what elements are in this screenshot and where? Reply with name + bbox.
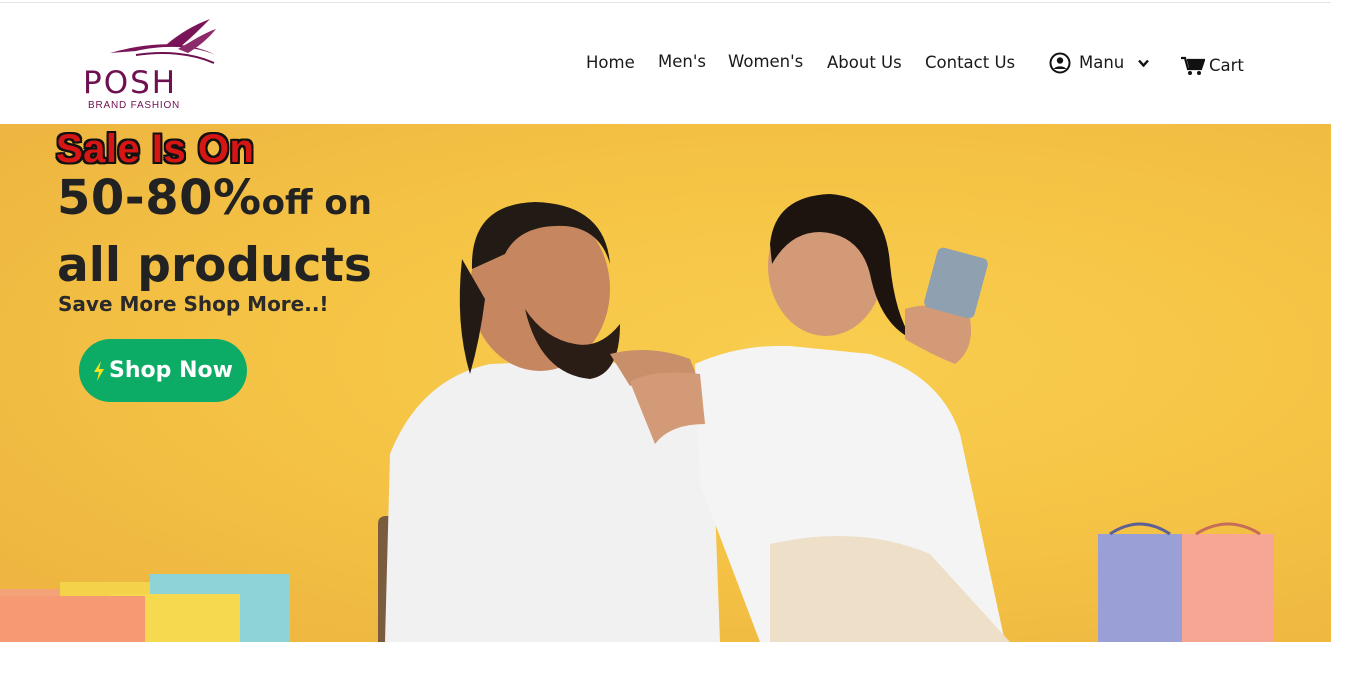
hero-tagline: Save More Shop More..! [58, 292, 329, 316]
hero-banner: Sale Is On 50-80%off on all products Sav… [0, 124, 1331, 642]
nav-about-us[interactable]: About Us [827, 52, 902, 74]
brand-name: POSH [83, 65, 178, 101]
nav-contact-us[interactable]: Contact Us [925, 52, 1015, 74]
nav-mens[interactable]: Men's [658, 51, 706, 73]
cart-label: Cart [1209, 56, 1244, 75]
chevron-down-icon [1138, 59, 1150, 67]
cart-link[interactable]: Cart [1181, 55, 1244, 77]
logo-swoosh-icon [110, 19, 216, 64]
brand-logo[interactable]: POSH BRAND FASHION [80, 15, 220, 111]
account-menu-dropdown[interactable]: Manu [1049, 52, 1150, 74]
shopping-bags-right [1098, 522, 1274, 642]
nav-womens[interactable]: Women's [728, 51, 803, 73]
user-circle-icon [1049, 52, 1071, 74]
discount-range: 50-80% [57, 170, 262, 226]
hero-headline: 50-80%off on [57, 170, 372, 226]
site-header: POSH BRAND FASHION Home Men's Women's Ab… [0, 3, 1331, 124]
nav-home[interactable]: Home [586, 52, 635, 74]
sale-badge: Sale Is On [56, 127, 255, 171]
shop-now-button[interactable]: Shop Now [79, 339, 247, 402]
cart-icon [1181, 56, 1205, 76]
hero-headline-line2: all products [57, 238, 372, 293]
account-menu-label: Manu [1079, 53, 1125, 72]
brand-subtitle: BRAND FASHION [88, 100, 181, 111]
shop-now-label: Shop Now [109, 358, 233, 383]
shopping-bags-left [0, 574, 290, 642]
discount-suffix: off on [261, 183, 372, 223]
lightning-icon [93, 360, 105, 381]
